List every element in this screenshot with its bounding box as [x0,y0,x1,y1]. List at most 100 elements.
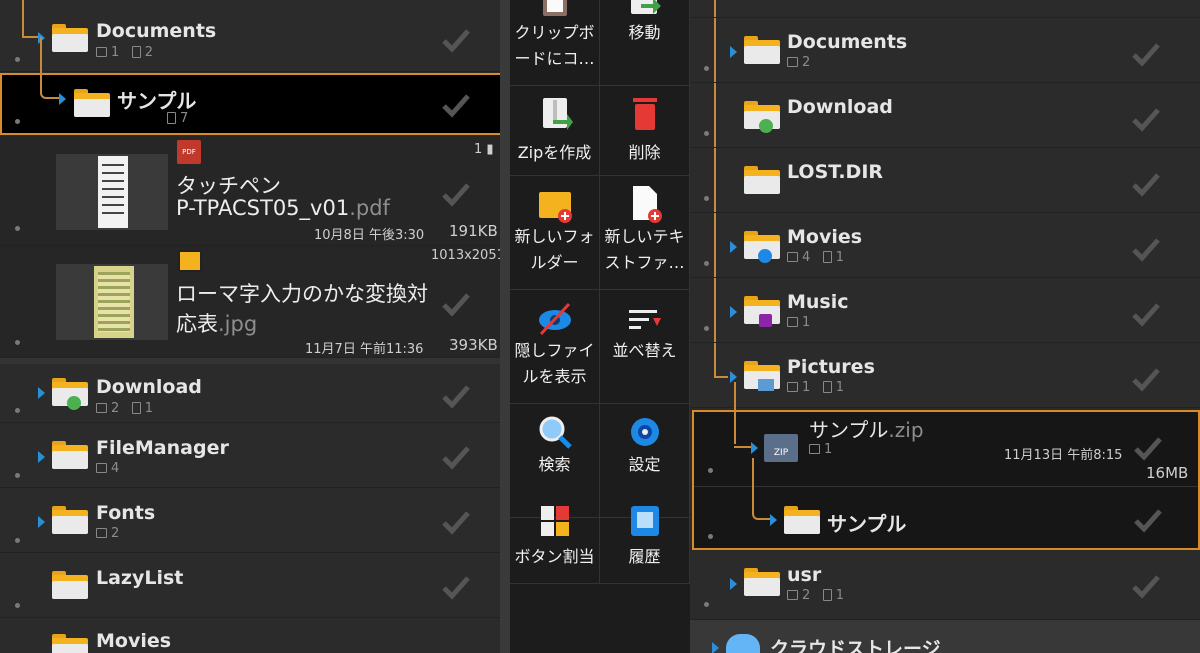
check-icon[interactable] [1132,432,1164,464]
folder-name: usr [787,564,822,586]
file-name-line1: ローマ字入力のかな変換対 [176,282,428,306]
folder-name: Download [787,96,893,118]
check-icon[interactable] [1130,168,1162,200]
folder-row-documents[interactable]: Documents 1 2 [0,0,500,72]
folder-meta: 1 2 [96,45,153,60]
expand-icon[interactable] [730,578,737,590]
tool-label-line2: ストファ… [604,253,685,272]
folder-icon [744,166,780,194]
tool-label-line1: 並べ替え [612,341,677,360]
folder-name: Pictures [787,356,875,378]
folder-row-download[interactable]: Download [690,83,1200,148]
tool-copy-clipboard[interactable]: クリップボ ードにコ… [510,0,600,86]
zip-date: 11月13日 午前8:15 [1004,448,1123,463]
file-size: 191KB [449,222,498,240]
movies-folder-icon [744,231,780,263]
check-icon[interactable] [1132,504,1164,536]
check-icon[interactable] [1130,298,1162,330]
check-icon[interactable] [1130,38,1162,70]
check-icon[interactable] [1130,570,1162,602]
right-file-pane[interactable]: Documents 2 Download LOST.DIR Movies 4 1… [690,0,1200,653]
download-folder-icon [52,378,88,410]
tool-show-hidden[interactable]: 隠しファイ ルを表示 [510,290,600,404]
tool-history[interactable]: 履歴 [600,494,690,584]
file-row-pdf[interactable]: PDF 1 ▮ タッチペン P-TPACST05_v01.pdf 10月8日 午… [0,136,500,246]
folder-icon [784,506,820,534]
check-icon[interactable] [440,441,472,473]
check-icon[interactable] [440,506,472,538]
folder-row-lazylist[interactable]: LazyList [0,553,500,618]
selected-zip-group[interactable]: ZIP サンプル.zip 1 11月13日 午前8:15 16MB サンプル [692,382,1200,550]
zip-meta: 1 [809,442,832,457]
check-icon[interactable] [440,89,472,121]
check-icon[interactable] [440,24,472,56]
check-icon[interactable] [440,288,472,320]
tool-button-assign[interactable]: ボタン割当 [510,494,600,584]
folder-meta: 1 [787,315,810,330]
file-date: 10月8日 午後3:30 [314,228,425,243]
new-folder-icon [539,192,572,223]
folder-row-usr[interactable]: usr 2 1 [690,552,1200,620]
folder-name: サンプル [827,512,907,536]
tree-line [734,442,752,448]
folder-row-pictures[interactable]: Pictures 1 1 [690,343,1200,408]
expand-icon[interactable] [730,46,737,58]
folder-row-music[interactable]: Music 1 [690,278,1200,343]
check-icon[interactable] [440,380,472,412]
folder-row-filemanager[interactable]: FileManager 4 [0,423,500,488]
expand-icon[interactable] [730,241,737,253]
folder-row-fonts[interactable]: Fonts 2 [0,488,500,553]
tool-move[interactable]: 移動 [600,0,690,86]
folder-name: LOST.DIR [787,161,884,183]
expand-icon[interactable] [751,442,758,454]
left-file-pane[interactable]: Documents 1 2 サンプル 7 PDF 1 ▮ タッチペン P-TPA… [0,0,500,653]
folder-row-movies[interactable]: Movies 4 1 [690,213,1200,278]
folder-row-partial[interactable] [690,0,1200,18]
tool-create-zip[interactable]: Zipを作成 [510,86,600,176]
expand-icon[interactable] [712,642,719,653]
expand-icon[interactable] [38,451,45,463]
new-text-icon [633,186,662,223]
check-icon[interactable] [1130,103,1162,135]
expand-icon[interactable] [770,514,777,526]
tool-new-text-file[interactable]: 新しいテキ ストファ… [600,176,690,290]
zip-file-name: サンプル.zip [809,418,924,442]
folder-row-movies[interactable]: Movies [0,618,500,653]
tool-label-line1: ボタン割当 [514,547,595,566]
check-icon[interactable] [1130,233,1162,265]
tool-new-folder[interactable]: 新しいフォ ルダー [510,176,600,290]
section-title: クラウドストレージ [770,638,941,653]
row-dot [704,66,709,71]
hidden-eye-icon [539,302,571,336]
check-icon[interactable] [440,178,472,210]
tool-delete[interactable]: 削除 [600,86,690,176]
file-row-jpg[interactable]: 1013x2051 ローマ字入力のかな変換対 応表.jpg 11月7日 午前11… [0,246,500,358]
pane-divider[interactable] [500,0,510,653]
expand-icon[interactable] [38,387,45,399]
search-icon [539,416,572,449]
check-icon[interactable] [1130,363,1162,395]
folder-row-download[interactable]: Download 2 1 [0,358,500,423]
folder-row-documents[interactable]: Documents 2 [690,18,1200,83]
folder-name: Documents [787,31,908,53]
folder-name: Movies [96,630,172,652]
folder-row-lostdir[interactable]: LOST.DIR [690,148,1200,213]
row-dot [15,603,20,608]
section-cloud-storage[interactable]: クラウドストレージ [690,620,1200,653]
expand-icon[interactable] [730,306,737,318]
check-icon[interactable] [440,571,472,603]
tool-sort[interactable]: 並べ替え [600,290,690,404]
selected-folder-row-sample[interactable]: サンプル 7 [0,37,500,135]
pictures-folder-icon [744,361,780,391]
folder-icon [744,36,780,64]
file-name-line2: 応表.jpg [176,312,258,336]
folder-name: FileManager [96,437,229,459]
cloud-icon [726,634,760,653]
folder-name: Movies [787,226,863,248]
tree-line [752,458,770,520]
expand-icon[interactable] [59,93,66,105]
folder-meta: 7 [167,111,188,126]
folder-meta: 4 [96,461,119,476]
expand-icon[interactable] [38,516,45,528]
zip-icon [543,98,573,130]
